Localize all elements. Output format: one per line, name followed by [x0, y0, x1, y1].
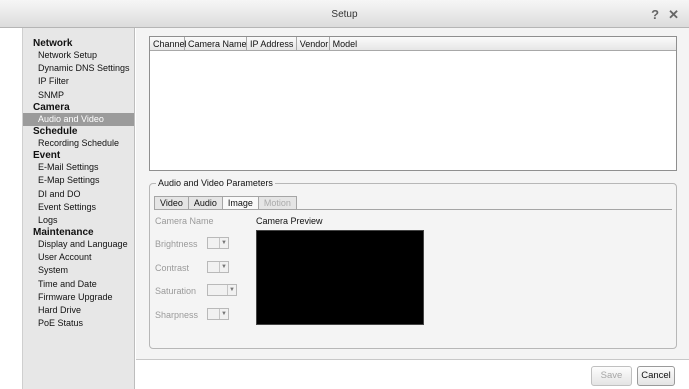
sidebar-item-hard-drive[interactable]: Hard Drive [23, 304, 134, 317]
sidebar-item-dynamic-dns-settings[interactable]: Dynamic DNS Settings [23, 62, 134, 75]
sharpness-value[interactable] [208, 309, 219, 319]
sidebar-item-ip-filter[interactable]: IP Filter [23, 75, 134, 88]
tab-divider [154, 209, 672, 210]
column-header-vendor[interactable]: Vendor [297, 37, 330, 50]
camera-name-label: Camera Name [155, 216, 214, 226]
audio-video-parameters-legend: Audio and Video Parameters [156, 178, 275, 188]
sidebar-item-poe-status[interactable]: PoE Status [23, 317, 134, 330]
contrast-spinner[interactable]: ▼ [207, 261, 229, 273]
camera-preview-video [256, 230, 424, 325]
parameter-tabs: Video Audio Image Motion [154, 196, 297, 210]
brightness-value[interactable] [208, 238, 219, 248]
column-header-camera-name[interactable]: Camera Name [185, 37, 247, 50]
column-header-channel[interactable]: Channel [150, 37, 187, 50]
audio-video-parameters-group: Audio and Video Parameters Video Audio I… [149, 178, 677, 349]
cancel-button[interactable]: Cancel [637, 366, 675, 386]
sidebar-item-user-account[interactable]: User Account [23, 251, 134, 264]
sidebar-item-display-and-language[interactable]: Display and Language [23, 238, 134, 251]
tab-audio[interactable]: Audio [187, 196, 223, 209]
chevron-down-icon[interactable]: ▼ [227, 285, 236, 295]
sharpness-label: Sharpness [155, 310, 199, 320]
main-panel: Channel Camera Name IP Address Vendor Mo… [136, 28, 689, 359]
contrast-label: Contrast [155, 263, 190, 273]
save-button[interactable]: Save [591, 366, 632, 386]
contrast-value[interactable] [208, 262, 219, 272]
sidebar-item-system[interactable]: System [23, 264, 134, 277]
column-header-ip-address[interactable]: IP Address [247, 37, 297, 50]
camera-preview-label: Camera Preview [256, 216, 323, 226]
sidebar-item-recording-schedule[interactable]: Recording Schedule [23, 137, 134, 150]
saturation-label: Saturation [155, 286, 197, 296]
tab-motion[interactable]: Motion [257, 196, 297, 209]
tab-video[interactable]: Video [154, 196, 189, 209]
window-title: Setup [331, 9, 358, 20]
sidebar-category-maintenance: Maintenance [33, 227, 94, 239]
sidebar-item-di-and-do[interactable]: DI and DO [23, 188, 134, 201]
sidebar-item-logs[interactable]: Logs [23, 214, 134, 227]
sidebar-item-emap-settings[interactable]: E-Map Settings [23, 174, 134, 187]
camera-table[interactable]: Channel Camera Name IP Address Vendor Mo… [149, 36, 677, 171]
sidebar-nav: Network Network Setup Dynamic DNS Settin… [22, 28, 135, 389]
sidebar-item-time-and-date[interactable]: Time and Date [23, 278, 134, 291]
chevron-down-icon[interactable]: ▼ [219, 238, 228, 248]
brightness-spinner[interactable]: ▼ [207, 237, 229, 249]
close-icon[interactable]: ✕ [668, 7, 679, 23]
sidebar-item-firmware-upgrade[interactable]: Firmware Upgrade [23, 291, 134, 304]
brightness-label: Brightness [155, 239, 198, 249]
tab-image[interactable]: Image [221, 196, 259, 210]
sidebar-category-event: Event [33, 150, 61, 162]
sidebar-item-audio-and-video[interactable]: Audio and Video [23, 112, 134, 126]
sidebar-category-schedule: Schedule [33, 125, 78, 137]
sharpness-spinner[interactable]: ▼ [207, 308, 229, 320]
sidebar-item-email-settings[interactable]: E-Mail Settings [23, 161, 134, 174]
help-icon[interactable]: ? [651, 7, 659, 23]
camera-table-header: Channel Camera Name IP Address Vendor Mo… [150, 37, 676, 51]
saturation-spinner[interactable]: ▼ [207, 284, 237, 296]
sidebar-category-camera: Camera [33, 101, 70, 113]
title-bar: Setup ? ✕ [0, 0, 689, 28]
sidebar-item-snmp[interactable]: SNMP [23, 89, 134, 102]
chevron-down-icon[interactable]: ▼ [219, 309, 228, 319]
chevron-down-icon[interactable]: ▼ [219, 262, 228, 272]
sidebar-item-event-settings[interactable]: Event Settings [23, 201, 134, 214]
sidebar-category-network: Network [33, 38, 73, 49]
column-header-model[interactable]: Model [330, 37, 676, 50]
saturation-value[interactable] [208, 285, 227, 295]
footer-bar: Save Cancel [136, 359, 689, 389]
sidebar-item-network-setup[interactable]: Network Setup [23, 49, 134, 62]
